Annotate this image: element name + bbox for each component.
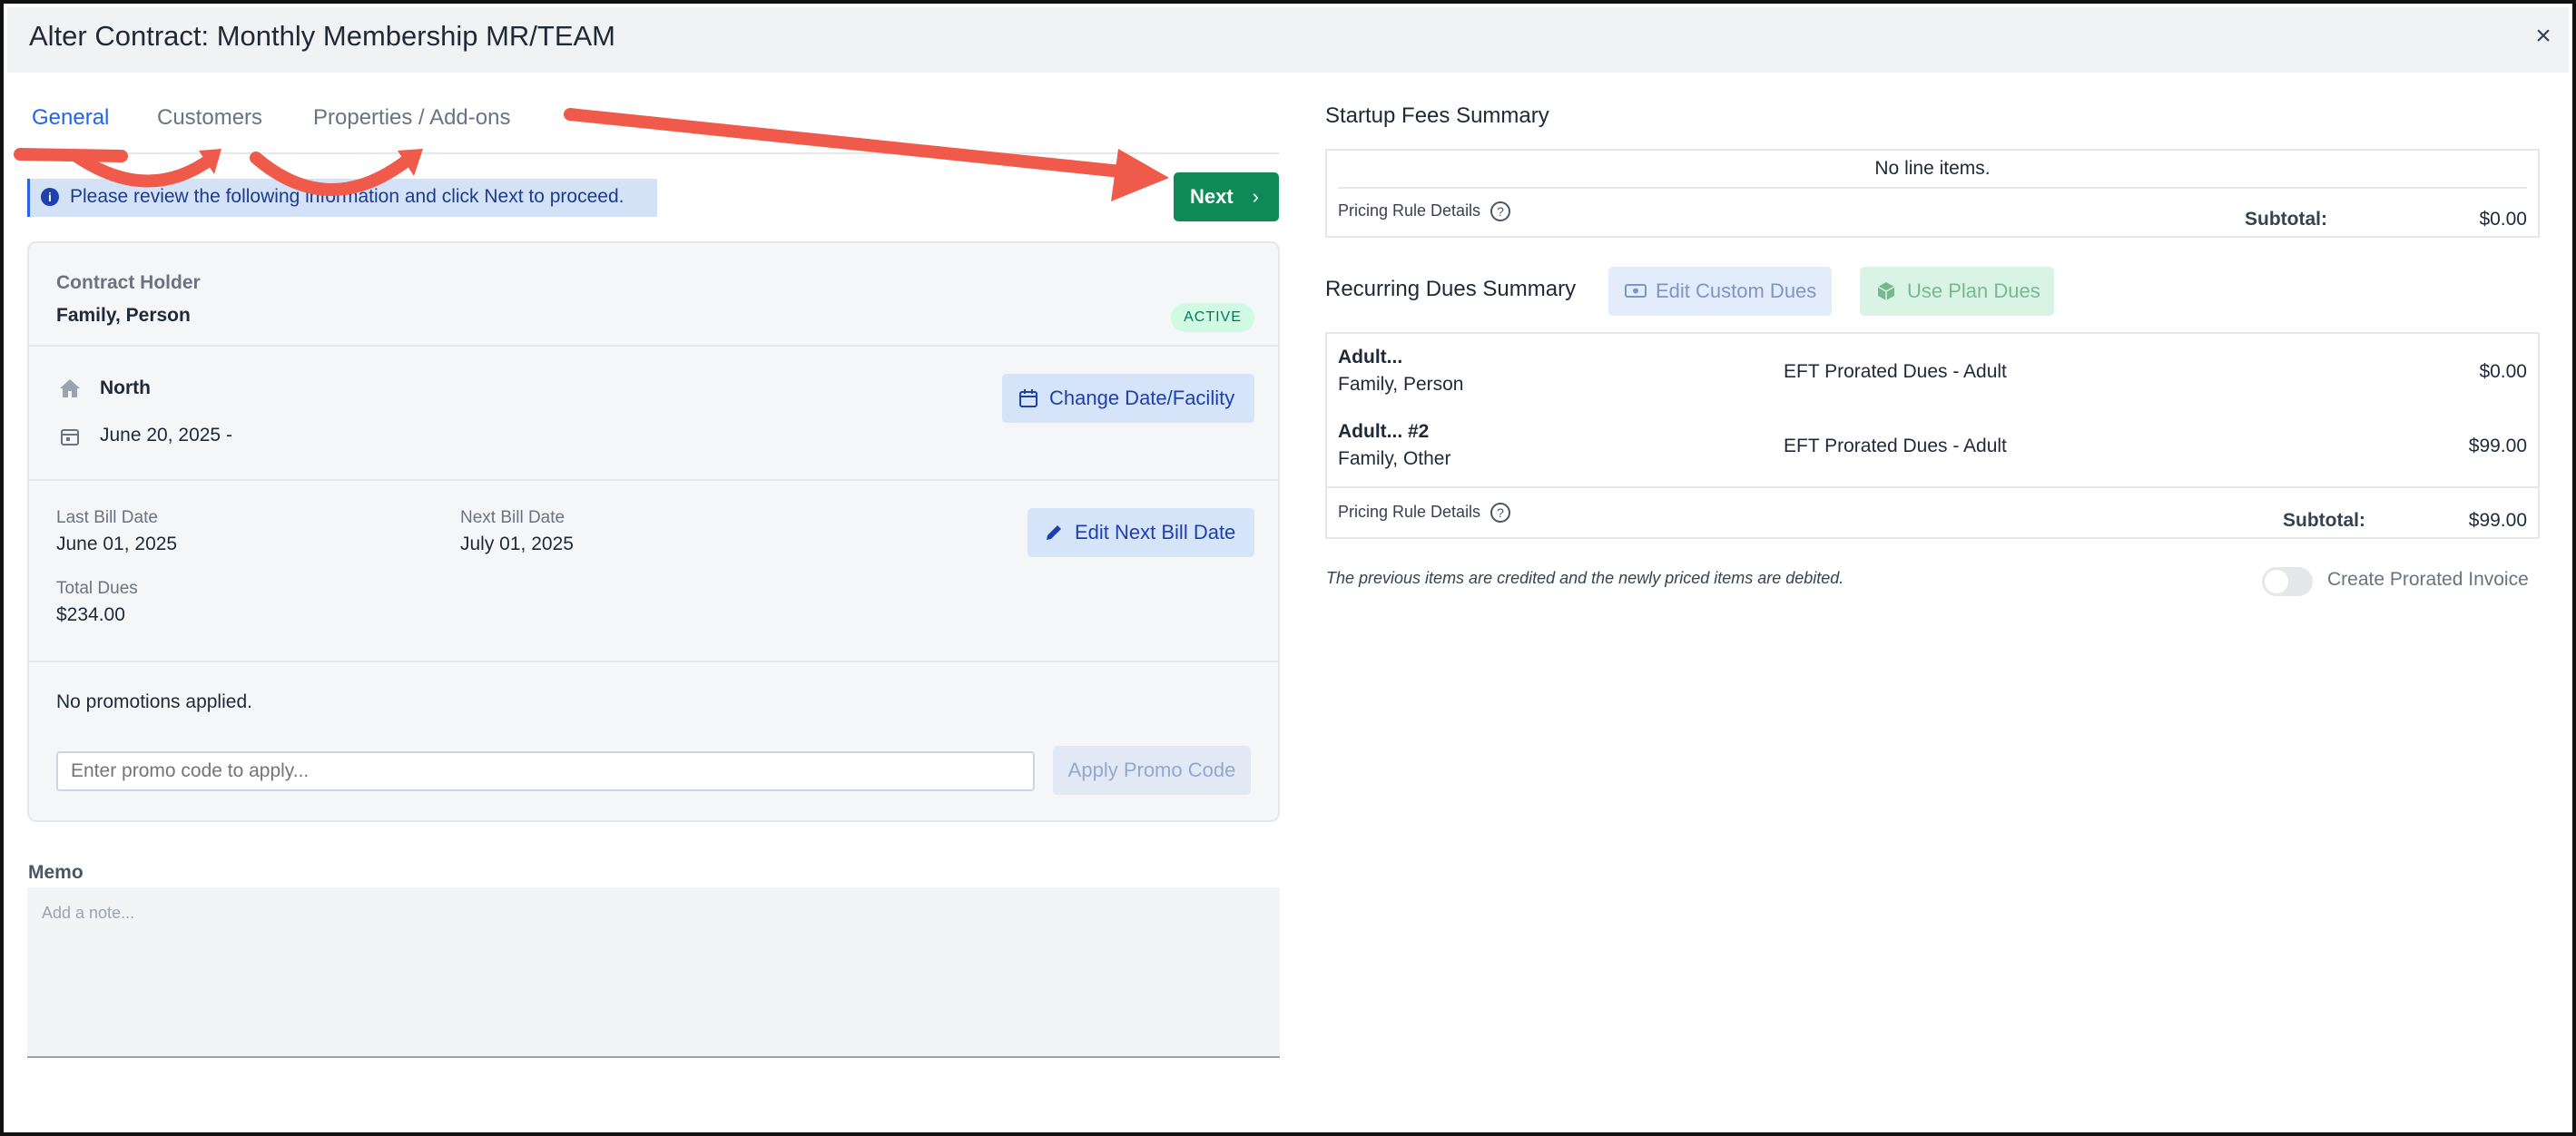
total-dues-label: Total Dues bbox=[56, 579, 138, 598]
tab-general[interactable]: General bbox=[32, 105, 109, 131]
total-dues-value: $234.00 bbox=[56, 604, 125, 625]
dues-item-name: Adult... #2 bbox=[1338, 421, 1430, 442]
tab-customers-label: Customers bbox=[157, 105, 263, 130]
contract-card: Contract Holder Family, Person ACTIVE No… bbox=[27, 241, 1280, 822]
dues-item-customer: Family, Person bbox=[1338, 374, 1464, 395]
calendar-icon bbox=[1019, 389, 1037, 407]
tab-customers[interactable]: Customers bbox=[157, 105, 262, 131]
pricing-rule-details-label: Pricing Rule Details bbox=[1338, 503, 1481, 521]
last-bill-date-value: June 01, 2025 bbox=[56, 534, 178, 554]
create-prorated-invoice-label: Create Prorated Invoice bbox=[2327, 569, 2529, 590]
startup-fees-box: No line items. Pricing Rule Details ? Su… bbox=[1325, 149, 2540, 238]
pencil-icon bbox=[1047, 525, 1061, 540]
memo-label: Memo bbox=[28, 862, 84, 883]
dues-item-customer: Family, Other bbox=[1338, 448, 1451, 469]
startup-subtotal-value: $0.00 bbox=[2479, 209, 2527, 230]
divider bbox=[1338, 187, 2527, 189]
tab-properties-addons[interactable]: Properties / Add-ons bbox=[313, 105, 510, 131]
dialog-titlebar: Alter Contract: Monthly Membership MR/TE… bbox=[7, 7, 2569, 73]
help-icon[interactable]: ? bbox=[1490, 201, 1511, 221]
dues-item-amount: $99.00 bbox=[2468, 436, 2527, 456]
divider bbox=[29, 479, 1278, 481]
box-icon bbox=[1877, 282, 1895, 300]
memo-placeholder: Add a note... bbox=[42, 904, 135, 922]
dues-item-amount: $0.00 bbox=[2479, 361, 2527, 382]
info-circle-icon: i bbox=[41, 188, 59, 206]
chevron-right-icon: › bbox=[1252, 185, 1259, 208]
dues-item-name: Adult... bbox=[1338, 347, 1403, 367]
recurring-dues-title: Recurring Dues Summary bbox=[1325, 277, 1577, 301]
info-message: Please review the following information … bbox=[70, 186, 624, 207]
pricing-rule-details-label: Pricing Rule Details bbox=[1338, 201, 1481, 220]
annotation-arrowhead-next bbox=[1111, 149, 1169, 201]
startup-subtotal-label: Subtotal: bbox=[2245, 209, 2327, 230]
dues-item-description: EFT Prorated Dues - Adult bbox=[1784, 361, 2007, 382]
change-date-facility-label: Change Date/Facility bbox=[1049, 387, 1235, 409]
toggle-knob bbox=[2265, 570, 2288, 593]
promotions-text: No promotions applied. bbox=[56, 691, 252, 712]
startup-fees-title: Startup Fees Summary bbox=[1325, 103, 1549, 128]
contract-holder-name: Family, Person bbox=[56, 305, 191, 326]
info-banner: i Please review the following informatio… bbox=[27, 179, 657, 217]
change-date-facility-button[interactable]: Change Date/Facility bbox=[1002, 374, 1254, 423]
edit-next-bill-date-label: Edit Next Bill Date bbox=[1075, 521, 1236, 544]
next-button[interactable]: Next › bbox=[1174, 172, 1279, 221]
next-bill-date-value: July 01, 2025 bbox=[460, 534, 574, 554]
last-bill-date-label: Last Bill Date bbox=[56, 508, 158, 527]
status-badge: ACTIVE bbox=[1171, 303, 1254, 332]
help-icon[interactable]: ? bbox=[1490, 503, 1511, 523]
pricing-rule-details[interactable]: Pricing Rule Details ? bbox=[1338, 503, 1511, 523]
tab-general-label: General bbox=[32, 105, 110, 130]
home-icon bbox=[60, 379, 80, 397]
edit-custom-dues-button[interactable]: Edit Custom Dues bbox=[1608, 267, 1832, 316]
facility-name: North bbox=[100, 377, 151, 398]
create-prorated-invoice-toggle[interactable] bbox=[2262, 567, 2313, 596]
use-plan-dues-button[interactable]: Use Plan Dues bbox=[1860, 267, 2054, 316]
contract-holder-label: Contract Holder bbox=[56, 272, 201, 293]
dialog-title: Alter Contract: Monthly Membership MR/TE… bbox=[29, 20, 616, 52]
credit-debit-note: The previous items are credited and the … bbox=[1326, 569, 1844, 587]
money-icon bbox=[1625, 284, 1647, 298]
next-button-label: Next bbox=[1190, 185, 1234, 208]
next-bill-date-label: Next Bill Date bbox=[460, 508, 565, 527]
recurring-subtotal-label: Subtotal: bbox=[2283, 510, 2365, 531]
recurring-dues-box: Adult... Family, Person EFT Prorated Due… bbox=[1325, 332, 2540, 539]
no-line-items-text: No line items. bbox=[1874, 158, 1991, 179]
apply-promo-code-button[interactable]: Apply Promo Code bbox=[1053, 746, 1251, 795]
divider bbox=[29, 661, 1278, 662]
dues-item-description: EFT Prorated Dues - Adult bbox=[1784, 436, 2007, 456]
calendar-icon bbox=[61, 429, 79, 446]
dialog-frame: Alter Contract: Monthly Membership MR/TE… bbox=[0, 0, 2576, 1136]
close-icon[interactable]: × bbox=[2527, 20, 2560, 53]
promo-code-input[interactable] bbox=[56, 751, 1035, 791]
tab-properties-label: Properties / Add-ons bbox=[313, 105, 511, 130]
annotation-curve-customers bbox=[70, 150, 219, 188]
edit-next-bill-date-button[interactable]: Edit Next Bill Date bbox=[1027, 508, 1254, 557]
divider bbox=[1327, 486, 2538, 488]
edit-custom-dues-label: Edit Custom Dues bbox=[1656, 279, 1817, 302]
divider bbox=[29, 345, 1278, 347]
annotation-underline-general bbox=[14, 148, 128, 162]
memo-textarea[interactable]: Add a note... bbox=[27, 887, 1280, 1058]
recurring-subtotal-value: $99.00 bbox=[2468, 510, 2527, 531]
contract-date: June 20, 2025 - bbox=[100, 425, 232, 446]
pricing-rule-details[interactable]: Pricing Rule Details ? bbox=[1338, 201, 1511, 221]
use-plan-dues-label: Use Plan Dues bbox=[1907, 279, 2040, 302]
tab-bar: General Customers Properties / Add-ons bbox=[28, 94, 1279, 154]
